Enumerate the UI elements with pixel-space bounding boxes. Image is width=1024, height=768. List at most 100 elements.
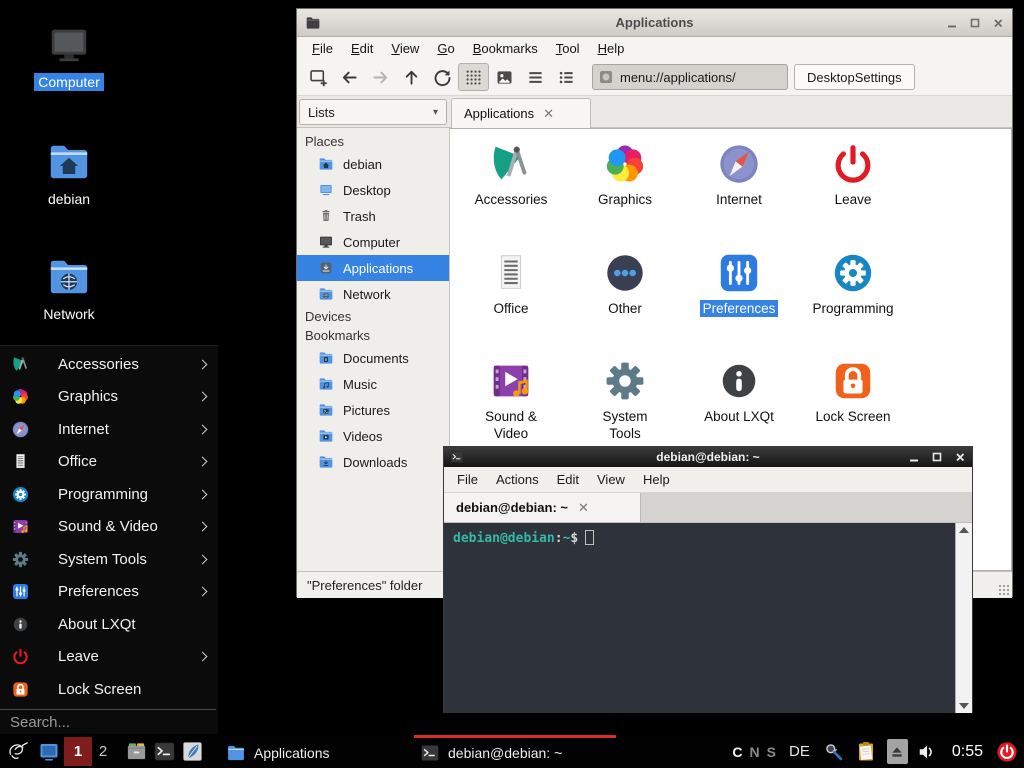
terminal-titlebar[interactable]: debian@debian: ~ — [444, 447, 972, 467]
desktop-icon-network[interactable]: Network — [19, 252, 119, 323]
sidebar-item-music[interactable]: Music — [297, 371, 449, 397]
fm-menu-tool[interactable]: Tool — [547, 41, 589, 56]
network-folder-icon — [46, 254, 92, 300]
grid-item-sound-video[interactable]: Sound & Video — [455, 356, 567, 442]
keyboard-layout[interactable]: DE — [789, 743, 810, 760]
launcher-terminal[interactable] — [150, 735, 178, 768]
power-button[interactable] — [996, 735, 1018, 768]
start-menu-item-office[interactable]: Office — [0, 446, 218, 479]
task-button-debian-debian[interactable]: debian@debian: ~ — [414, 735, 616, 768]
tab-close-icon[interactable]: ✕ — [543, 107, 554, 120]
address-bar[interactable]: menu://applications/ — [592, 64, 788, 90]
terminal-menu-actions[interactable]: Actions — [487, 472, 548, 487]
start-menu-item-accessories[interactable]: Accessories — [0, 348, 218, 381]
terminal-screen[interactable]: debian@debian:~$ — [444, 523, 972, 713]
grid-item-lock-screen[interactable]: Lock Screen — [797, 356, 909, 425]
grid-item-graphics[interactable]: Graphics — [569, 139, 681, 208]
desktop-icon-debian[interactable]: debian — [19, 137, 119, 208]
sidebar-item-network[interactable]: Network — [297, 281, 449, 307]
fm-menu-bookmarks[interactable]: Bookmarks — [464, 41, 547, 56]
sidebar-mode-combo[interactable]: Lists ▾ — [299, 99, 447, 125]
fm-menu-edit[interactable]: Edit — [342, 41, 382, 56]
terminal-menu-edit[interactable]: Edit — [548, 472, 588, 487]
screenshot-button[interactable] — [823, 735, 845, 768]
launcher-text-editor[interactable] — [178, 735, 206, 768]
compact-view-button[interactable] — [520, 63, 551, 91]
sidebar-item-pictures[interactable]: Pictures — [297, 397, 449, 423]
desktop-icon-computer[interactable]: Computer — [19, 20, 119, 91]
fm-menu-file[interactable]: File — [303, 41, 342, 56]
app-menu-button[interactable] — [2, 735, 34, 768]
up-button[interactable] — [396, 63, 427, 91]
sidebar-item-debian[interactable]: debian — [297, 151, 449, 177]
workspace-button-2[interactable]: 2 — [92, 735, 114, 768]
fm-menu-go[interactable]: Go — [428, 41, 463, 56]
search-input[interactable] — [0, 710, 218, 735]
start-menu-item-programming[interactable]: Programming — [0, 478, 218, 511]
grid-item-system-tools[interactable]: System Tools — [569, 356, 681, 442]
sidebar-item-computer[interactable]: Computer — [297, 229, 449, 255]
sidebar-item-trash[interactable]: Trash — [297, 203, 449, 229]
grid-item-programming[interactable]: Programming — [797, 248, 909, 317]
submenu-arrow-icon — [198, 554, 208, 564]
start-menu-item-leave[interactable]: Leave — [0, 641, 218, 674]
task-button-applications[interactable]: Applications — [220, 735, 414, 768]
sidebar-item-desktop[interactable]: Desktop — [297, 177, 449, 203]
resize-grip[interactable] — [998, 584, 1009, 595]
maximize-button[interactable] — [968, 16, 981, 29]
sidebar-item-applications[interactable]: Applications — [297, 255, 449, 281]
start-menu-item-lock-screen[interactable]: Lock Screen — [0, 673, 218, 706]
scroll-down-icon[interactable] — [959, 703, 969, 709]
sidebar-item-downloads[interactable]: Downloads — [297, 449, 449, 475]
sidebar-item-documents[interactable]: Documents — [297, 345, 449, 371]
tab-applications[interactable]: Applications ✕ — [451, 98, 591, 128]
grid-item-leave[interactable]: Leave — [797, 139, 909, 208]
maximize-button[interactable] — [930, 451, 943, 464]
terminal-tab[interactable]: debian@debian: ~ ✕ — [444, 493, 641, 522]
start-menu-item-system-tools[interactable]: System Tools — [0, 543, 218, 576]
terminal-scrollbar[interactable] — [955, 523, 972, 713]
about-icon — [10, 615, 30, 634]
grid-item-office[interactable]: Office — [455, 248, 567, 317]
start-menu-item-internet[interactable]: Internet — [0, 413, 218, 446]
terminal-menu-help[interactable]: Help — [634, 472, 679, 487]
show-desktop-button[interactable] — [34, 735, 64, 768]
eject-button[interactable] — [887, 739, 908, 764]
desktop-settings-button[interactable]: DesktopSettings — [794, 64, 915, 90]
workspace-button-1[interactable]: 1 — [64, 737, 92, 766]
grid-item-about-lxqt[interactable]: About LXQt — [683, 356, 795, 425]
forward-button[interactable] — [365, 63, 396, 91]
grid-item-internet[interactable]: Internet — [683, 139, 795, 208]
accessories-icon — [488, 141, 534, 187]
start-menu-item-sound-video[interactable]: Sound & Video — [0, 511, 218, 544]
terminal-menu-file[interactable]: File — [448, 472, 487, 487]
grid-item-accessories[interactable]: Accessories — [455, 139, 567, 208]
close-button[interactable] — [953, 451, 966, 464]
clock[interactable]: 0:55 — [952, 743, 983, 761]
tab-close-icon[interactable]: ✕ — [578, 501, 589, 514]
icon-view-button[interactable] — [458, 63, 489, 91]
terminal-menu-view[interactable]: View — [588, 472, 634, 487]
scroll-up-icon[interactable] — [959, 527, 969, 533]
minimize-button[interactable] — [945, 16, 958, 29]
back-button[interactable] — [334, 63, 365, 91]
detailed-view-button[interactable] — [551, 63, 582, 91]
grid-item-preferences[interactable]: Preferences — [683, 248, 795, 317]
start-menu-item-about-lxqt[interactable]: About LXQt — [0, 608, 218, 641]
clipboard-button[interactable] — [854, 735, 878, 768]
grid-item-other[interactable]: Other — [569, 248, 681, 317]
fm-titlebar[interactable]: Applications — [297, 9, 1012, 37]
thumbnail-view-button[interactable] — [489, 63, 520, 91]
close-button[interactable] — [991, 16, 1004, 29]
start-menu-item-preferences[interactable]: Preferences — [0, 576, 218, 609]
new-tab-button[interactable] — [303, 63, 334, 91]
launcher-file-manager[interactable] — [122, 735, 150, 768]
minimize-button[interactable] — [907, 451, 920, 464]
fm-menu-view[interactable]: View — [382, 41, 428, 56]
volume-button[interactable] — [917, 735, 939, 768]
fm-menu-help[interactable]: Help — [589, 41, 634, 56]
reload-button[interactable] — [427, 63, 458, 91]
sidebar-item-videos[interactable]: Videos — [297, 423, 449, 449]
start-menu-item-graphics[interactable]: Graphics — [0, 381, 218, 414]
sound-video-icon — [10, 517, 30, 536]
